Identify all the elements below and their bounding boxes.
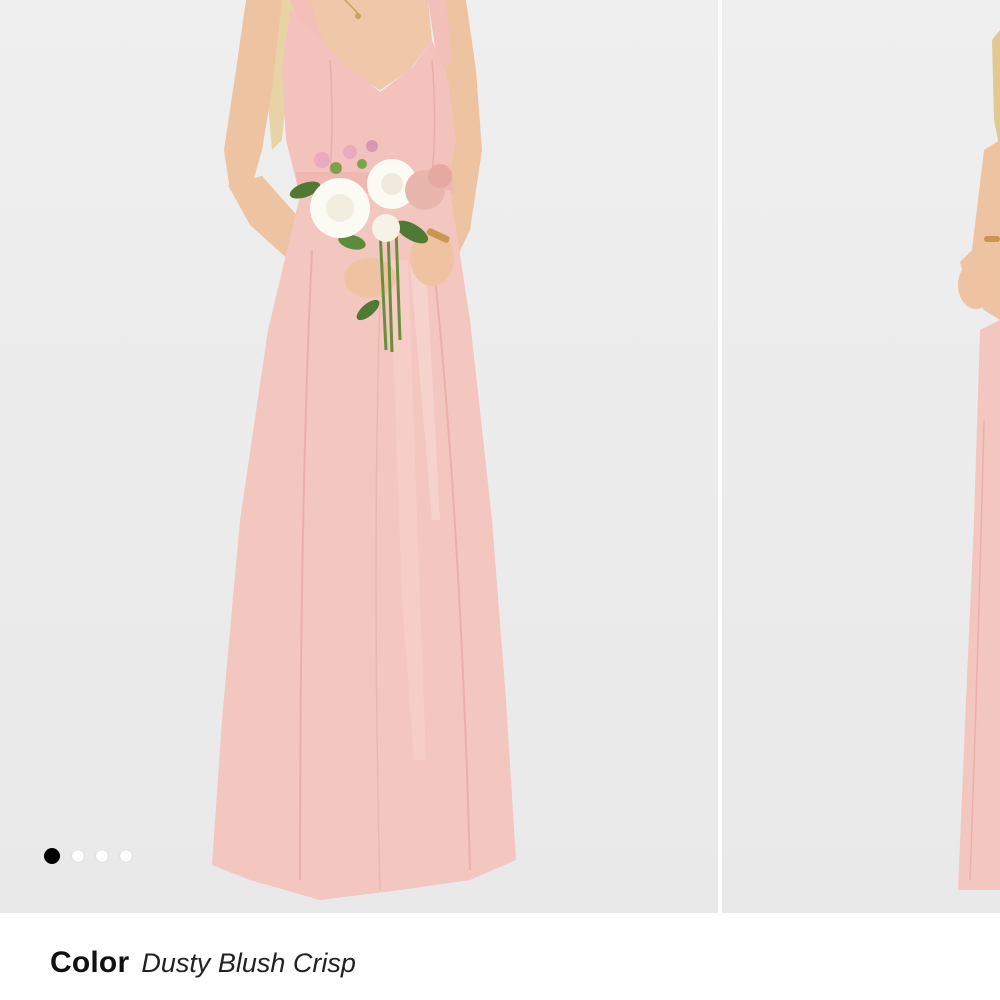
model-in-dusty-blush-gown-side-view-icon — [958, 30, 1000, 890]
pagination-dot-3[interactable] — [96, 850, 108, 862]
selected-color-value: Dusty Blush Crisp — [141, 948, 356, 978]
pagination-dot-1[interactable] — [44, 848, 60, 864]
gallery-slide-2[interactable] — [722, 0, 1000, 913]
product-image-gallery[interactable] — [0, 0, 1000, 913]
product-page: Color Dusty Blush Crisp — [0, 0, 1000, 1000]
model-in-dusty-blush-gown-holding-bouquet-icon — [212, 0, 516, 900]
color-selection-row: Color Dusty Blush Crisp — [50, 946, 356, 980]
color-label: Color — [50, 946, 130, 979]
pagination-dot-4[interactable] — [120, 850, 132, 862]
gallery-pagination — [44, 848, 132, 864]
pagination-dot-2[interactable] — [72, 850, 84, 862]
gallery-slide-1[interactable] — [0, 0, 718, 913]
